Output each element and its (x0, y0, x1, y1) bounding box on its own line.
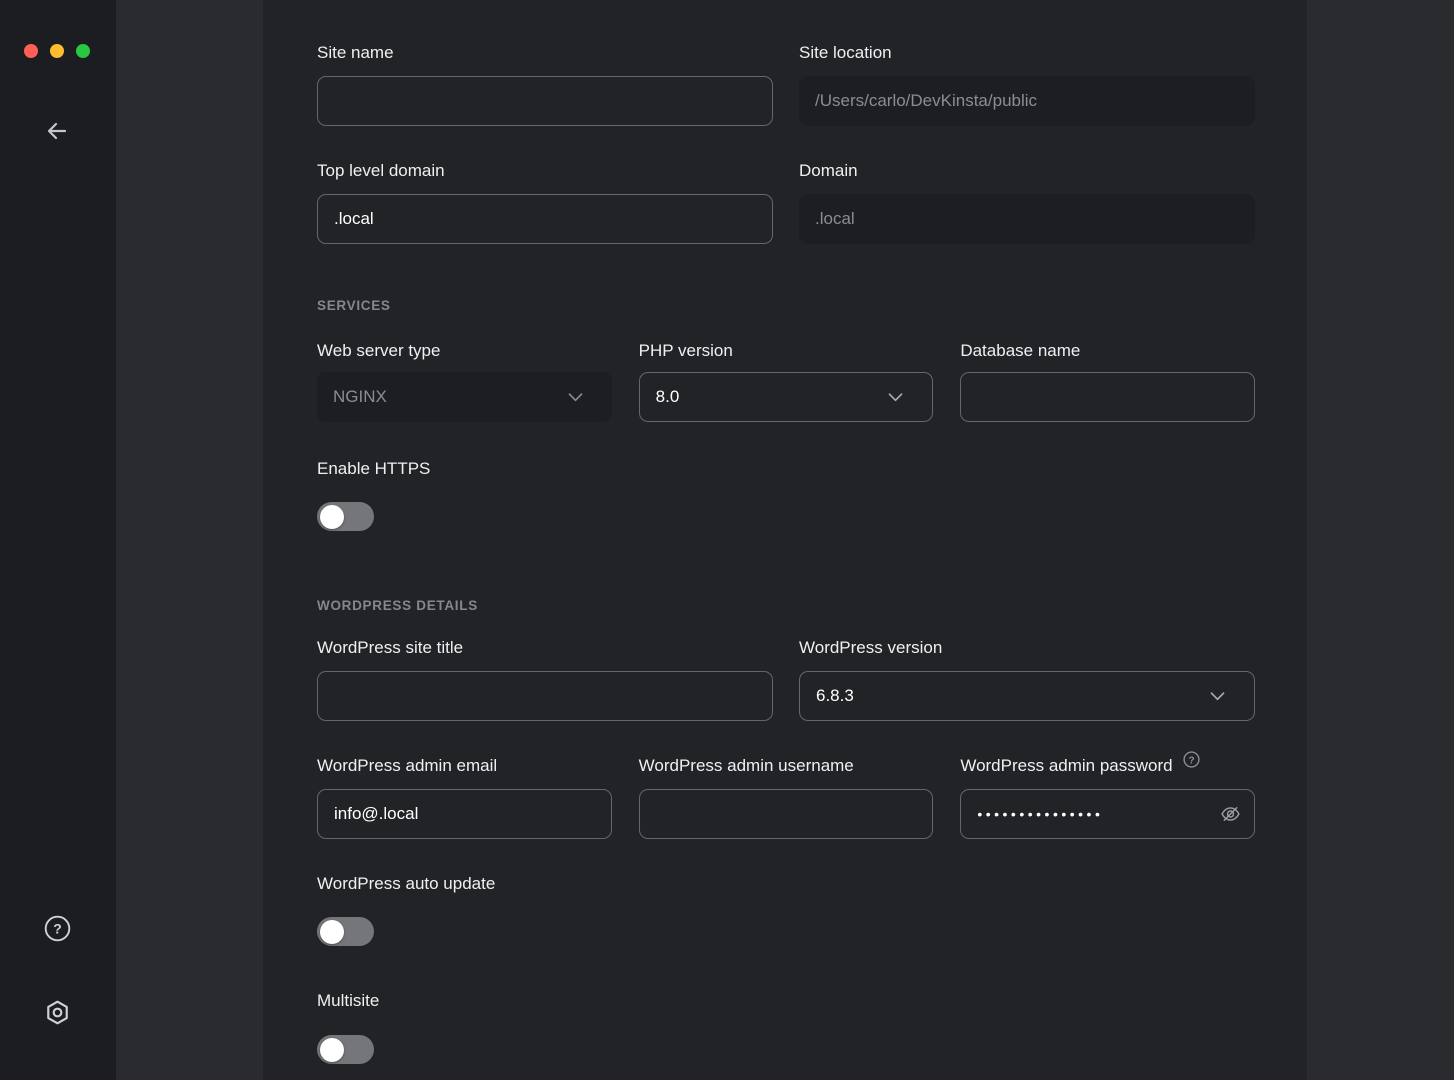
help-button[interactable]: ? (43, 914, 71, 942)
password-masked-value: ••••••••••••••• (977, 789, 1103, 839)
domain-input (799, 194, 1255, 244)
web-server-select: NGINX (317, 372, 612, 422)
wp-auto-update-label: WordPress auto update (317, 874, 1255, 893)
wp-site-title-label: WordPress site title (317, 638, 773, 657)
arrow-left-icon (45, 119, 69, 143)
wp-admin-password-input[interactable]: ••••••••••••••• (960, 789, 1255, 839)
wp-version-value: 6.8.3 (816, 686, 854, 706)
new-site-form-panel: Site name Site location Top level domain… (263, 0, 1307, 1080)
wp-auto-update-group: WordPress auto update (317, 874, 1255, 946)
site-name-input[interactable] (317, 76, 773, 126)
enable-https-label: Enable HTTPS (317, 459, 1255, 478)
wp-site-title-input[interactable] (317, 671, 773, 721)
window-minimize-button[interactable] (50, 44, 64, 58)
site-location-input (799, 76, 1255, 126)
site-location-label: Site location (799, 43, 1255, 62)
toggle-knob (320, 1038, 344, 1062)
eye-off-icon (1219, 803, 1242, 826)
wp-admin-password-group: WordPress admin password ? •••••••••••••… (960, 756, 1255, 839)
wp-admin-username-label: WordPress admin username (639, 756, 934, 775)
password-help-button[interactable]: ? (1183, 751, 1200, 768)
database-name-input[interactable] (960, 372, 1255, 422)
wp-admin-email-input[interactable] (317, 789, 612, 839)
web-server-value: NGINX (333, 387, 387, 407)
help-glyph: ? (53, 920, 62, 936)
wp-site-title-group: WordPress site title (317, 638, 773, 721)
wordpress-section-heading: WORDPRESS DETAILS (317, 597, 1255, 614)
password-help-glyph: ? (1188, 755, 1194, 766)
sidebar: ? (0, 0, 116, 1080)
wordpress-admin-row: WordPress admin email WordPress admin us… (317, 756, 1255, 839)
chevron-down-icon (1210, 692, 1238, 701)
wp-auto-update-toggle[interactable] (317, 917, 374, 946)
enable-https-toggle[interactable] (317, 502, 374, 531)
settings-button[interactable] (43, 998, 71, 1026)
database-name-label: Database name (960, 341, 1255, 360)
window-zoom-button[interactable] (76, 44, 90, 58)
site-name-label: Site name (317, 43, 773, 62)
wp-admin-email-group: WordPress admin email (317, 756, 612, 839)
wordpress-title-version-row: WordPress site title WordPress version 6… (317, 638, 1255, 721)
multisite-group: Multisite (317, 991, 1255, 1064)
enable-https-group: Enable HTTPS (317, 459, 1255, 531)
wp-version-select[interactable]: 6.8.3 (799, 671, 1255, 721)
tld-group: Top level domain (317, 161, 773, 244)
toggle-password-visibility-button[interactable] (1219, 803, 1242, 826)
chevron-down-icon (568, 393, 596, 402)
wp-version-group: WordPress version 6.8.3 (799, 638, 1255, 721)
php-version-group: PHP version 8.0 (639, 341, 934, 422)
services-section-heading: SERVICES (317, 297, 1255, 314)
question-circle-icon: ? (44, 915, 71, 942)
wp-version-label: WordPress version (799, 638, 1255, 657)
question-circle-icon: ? (1183, 751, 1200, 768)
tld-input[interactable] (317, 194, 773, 244)
services-row: Web server type NGINX PHP version 8.0 Da… (317, 341, 1255, 422)
wp-admin-email-label: WordPress admin email (317, 756, 612, 775)
toggle-knob (320, 920, 344, 944)
wp-admin-username-group: WordPress admin username (639, 756, 934, 839)
site-name-group: Site name (317, 43, 773, 126)
window-controls (24, 44, 90, 58)
domain-group: Domain (799, 161, 1255, 244)
domain-label: Domain (799, 161, 1255, 180)
back-button[interactable] (43, 117, 71, 145)
toggle-knob (320, 505, 344, 529)
php-version-select[interactable]: 8.0 (639, 372, 934, 422)
web-server-group: Web server type NGINX (317, 341, 612, 422)
wp-admin-username-input[interactable] (639, 789, 934, 839)
multisite-label: Multisite (317, 991, 1255, 1010)
site-name-location-row: Site name Site location (317, 43, 1255, 126)
domain-row: Top level domain Domain (317, 161, 1255, 244)
window-close-button[interactable] (24, 44, 38, 58)
gear-icon (44, 999, 71, 1026)
wp-admin-password-label: WordPress admin password (960, 756, 1172, 775)
site-location-group: Site location (799, 43, 1255, 126)
database-name-group: Database name (960, 341, 1255, 422)
web-server-label: Web server type (317, 341, 612, 360)
multisite-toggle[interactable] (317, 1035, 374, 1064)
php-version-value: 8.0 (656, 387, 680, 407)
tld-label: Top level domain (317, 161, 773, 180)
php-version-label: PHP version (639, 341, 934, 360)
chevron-down-icon (888, 393, 916, 402)
